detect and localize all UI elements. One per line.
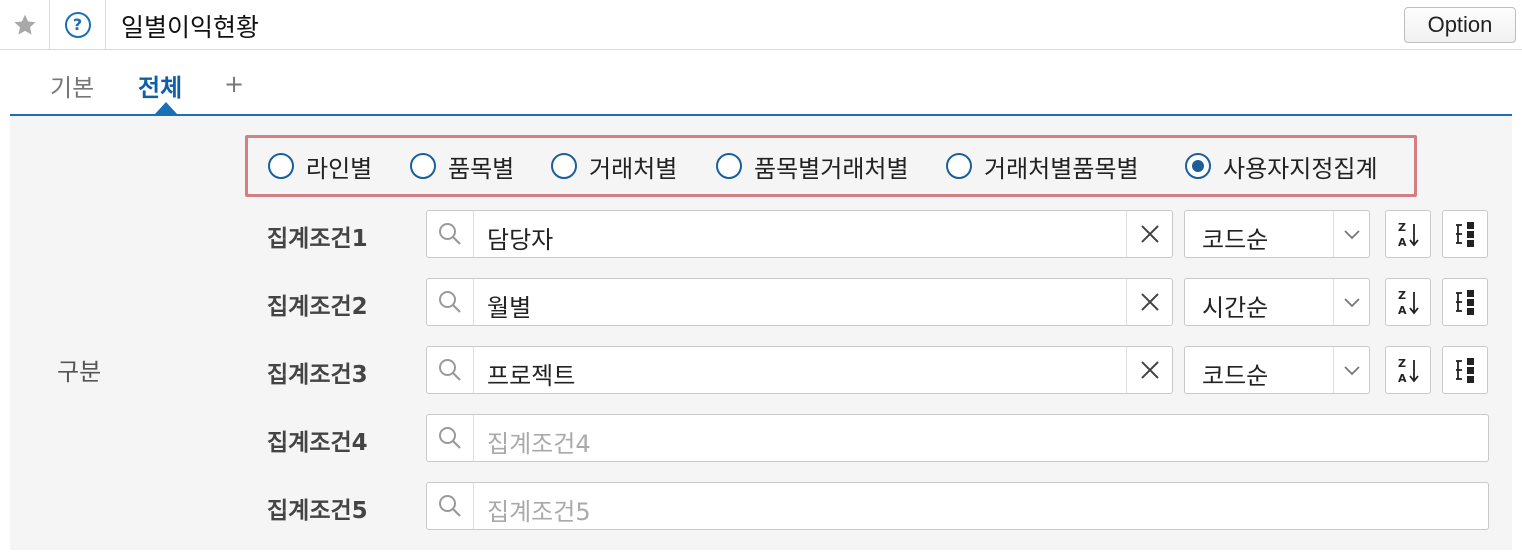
- sort-direction-button[interactable]: ZA: [1385, 346, 1431, 394]
- radio-button[interactable]: [716, 153, 742, 179]
- column-settings-icon: [1456, 222, 1474, 247]
- search-icon: [439, 427, 461, 449]
- search-icon: [439, 359, 461, 381]
- radio-button[interactable]: [946, 153, 972, 179]
- search-button[interactable]: [427, 279, 474, 325]
- column-settings-icon: [1456, 358, 1474, 383]
- radio-label: 거래처별품목별: [984, 154, 1139, 183]
- tab-bar: 기본 전체 +: [0, 50, 1522, 116]
- column-settings-button[interactable]: [1442, 278, 1488, 326]
- condition-input-4[interactable]: 집계조건4: [426, 414, 1489, 462]
- svg-text:A: A: [1398, 372, 1407, 385]
- search-icon: [439, 223, 461, 245]
- condition-input-2[interactable]: 월별: [426, 278, 1173, 326]
- sort-select-1[interactable]: 코드순: [1184, 210, 1370, 258]
- condition-placeholder: 집계조건4: [487, 430, 591, 458]
- option-button[interactable]: Option: [1404, 7, 1516, 43]
- help-button[interactable]: ?: [50, 0, 106, 50]
- search-button[interactable]: [427, 211, 474, 257]
- svg-text:A: A: [1398, 304, 1407, 317]
- condition-label-2: 집계조건2: [267, 294, 368, 320]
- radio-by-customer[interactable]: 거래처별: [551, 151, 678, 183]
- star-icon: [13, 14, 36, 35]
- condition-label-1: 집계조건1: [267, 226, 368, 252]
- condition-input-3[interactable]: 프로젝트: [426, 346, 1173, 394]
- sort-direction-button[interactable]: ZA: [1385, 278, 1431, 326]
- condition-input-1[interactable]: 담당자: [426, 210, 1173, 258]
- favorite-button[interactable]: [0, 0, 50, 50]
- close-icon: [1140, 361, 1159, 379]
- svg-text:Z: Z: [1398, 357, 1406, 370]
- search-icon: [439, 291, 461, 313]
- sort-select-value: 코드순: [1202, 362, 1269, 390]
- radio-button-selected[interactable]: [1185, 153, 1211, 179]
- chevron-down-icon: [1333, 211, 1369, 257]
- radio-button[interactable]: [551, 153, 577, 179]
- column-settings-button[interactable]: [1442, 210, 1488, 258]
- svg-text:Z: Z: [1398, 289, 1406, 302]
- radio-by-item-customer[interactable]: 품목별거래처별: [716, 151, 909, 183]
- radio-by-customer-item[interactable]: 거래처별품목별: [946, 151, 1139, 183]
- clear-button[interactable]: [1126, 347, 1172, 393]
- radio-label: 사용자지정집계: [1223, 154, 1378, 183]
- radio-label: 품목별: [448, 154, 515, 183]
- close-icon: [1140, 225, 1159, 243]
- chevron-down-icon: [1333, 279, 1369, 325]
- sort-select-value: 코드순: [1202, 226, 1269, 254]
- column-settings-icon: [1456, 290, 1474, 315]
- sort-select-2[interactable]: 시간순: [1184, 278, 1370, 326]
- active-tab-indicator: [155, 102, 177, 114]
- radio-custom-aggregation[interactable]: 사용자지정집계: [1185, 151, 1378, 183]
- sort-za-icon: ZA: [1398, 289, 1419, 317]
- clear-button[interactable]: [1126, 279, 1172, 325]
- row-label-category: 구분: [57, 358, 102, 386]
- radio-button[interactable]: [268, 153, 294, 179]
- sort-select-value: 시간순: [1202, 294, 1269, 322]
- condition-label-5: 집계조건5: [267, 498, 368, 524]
- condition-value: 월별: [487, 294, 532, 322]
- condition-placeholder: 집계조건5: [487, 498, 591, 526]
- radio-by-item[interactable]: 품목별: [410, 151, 515, 183]
- svg-text:Z: Z: [1398, 221, 1406, 234]
- tab-all[interactable]: 전체: [138, 68, 182, 103]
- radio-label: 품목별거래처별: [754, 154, 909, 183]
- search-button[interactable]: [427, 347, 474, 393]
- radio-button[interactable]: [410, 153, 436, 179]
- aggregation-type-radio-group: 라인별 품목별 거래처별 품목별거래처별 거래처별품목별 사용자지정집계: [245, 135, 1417, 197]
- condition-label-4: 집계조건4: [267, 430, 368, 456]
- page-title: 일별이익현황: [121, 13, 260, 42]
- search-button[interactable]: [427, 483, 474, 529]
- condition-input-5[interactable]: 집계조건5: [426, 482, 1489, 530]
- close-icon: [1140, 293, 1159, 311]
- svg-text:A: A: [1398, 236, 1407, 249]
- help-icon: ?: [64, 12, 91, 38]
- search-button[interactable]: [427, 415, 474, 461]
- sort-za-icon: ZA: [1398, 357, 1419, 385]
- radio-by-line[interactable]: 라인별: [268, 151, 373, 183]
- sort-za-icon: ZA: [1398, 221, 1419, 249]
- clear-button[interactable]: [1126, 211, 1172, 257]
- condition-value: 프로젝트: [487, 362, 576, 390]
- column-settings-button[interactable]: [1442, 346, 1488, 394]
- condition-label-3: 집계조건3: [267, 362, 368, 388]
- sort-select-3[interactable]: 코드순: [1184, 346, 1370, 394]
- radio-label: 거래처별: [589, 154, 678, 183]
- tab-basic[interactable]: 기본: [50, 68, 94, 103]
- sort-direction-button[interactable]: ZA: [1385, 210, 1431, 258]
- chevron-down-icon: [1333, 347, 1369, 393]
- add-tab-button[interactable]: +: [224, 70, 244, 98]
- settings-panel: 구분 라인별 품목별 거래처별 품목별거래처별 거래처별품목별 사용자지정집계 …: [10, 116, 1512, 550]
- search-icon: [439, 495, 461, 517]
- radio-label: 라인별: [306, 154, 373, 183]
- title-bar: ? 일별이익현황 Option: [0, 0, 1522, 50]
- condition-value: 담당자: [487, 226, 554, 254]
